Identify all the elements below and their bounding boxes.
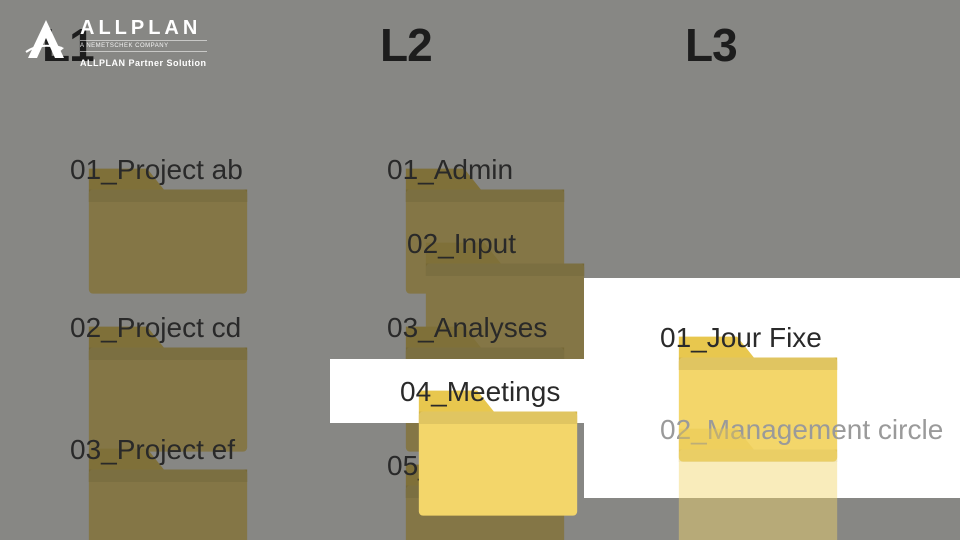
folder-icon	[355, 226, 397, 262]
folder-label: 03_Analyses	[387, 312, 547, 344]
logo-subtext: A NEMETSCHEK COMPANY	[80, 40, 207, 52]
folder-icon	[608, 320, 650, 356]
folder-item[interactable]: 03_Project ef	[18, 432, 235, 468]
brand-logo: ALLPLAN A NEMETSCHEK COMPANY ALLPLAN Par…	[22, 18, 207, 68]
folder-label: 02_Project cd	[70, 312, 241, 344]
folder-label: 01_Jour Fixe	[660, 322, 822, 354]
folder-item[interactable]: 02_Project cd	[18, 310, 241, 346]
folder-label: 02_Input	[407, 228, 516, 260]
folder-item[interactable]: 01_Admin	[335, 152, 513, 188]
folder-item[interactable]: 02_Management circle	[608, 412, 943, 448]
logo-mark-icon	[22, 18, 70, 60]
folder-icon	[18, 152, 60, 188]
folder-icon	[335, 152, 377, 188]
folder-icon	[608, 412, 650, 448]
logo-partner-text: ALLPLAN Partner Solution	[80, 58, 207, 68]
folder-item[interactable]: 01_Project ab	[18, 152, 243, 188]
folder-icon	[18, 432, 60, 468]
logo-brand-text: ALLPLAN	[80, 18, 207, 38]
column-header-l3: L3	[685, 18, 737, 72]
folder-item[interactable]: 03_Analyses	[335, 310, 547, 346]
folder-item[interactable]: 01_Jour Fixe	[608, 320, 822, 356]
folder-item-selected[interactable]: 04_Meetings	[348, 374, 560, 410]
folder-label: 01_Admin	[387, 154, 513, 186]
folder-icon	[348, 374, 390, 410]
column-header-l2: L2	[380, 18, 432, 72]
folder-label: 03_Project ef	[70, 434, 235, 466]
folder-label: 04_Meetings	[400, 376, 560, 408]
folder-item[interactable]: 02_Input	[355, 226, 516, 262]
folder-label: 01_Project ab	[70, 154, 243, 186]
folder-icon	[18, 310, 60, 346]
folder-icon	[335, 310, 377, 346]
